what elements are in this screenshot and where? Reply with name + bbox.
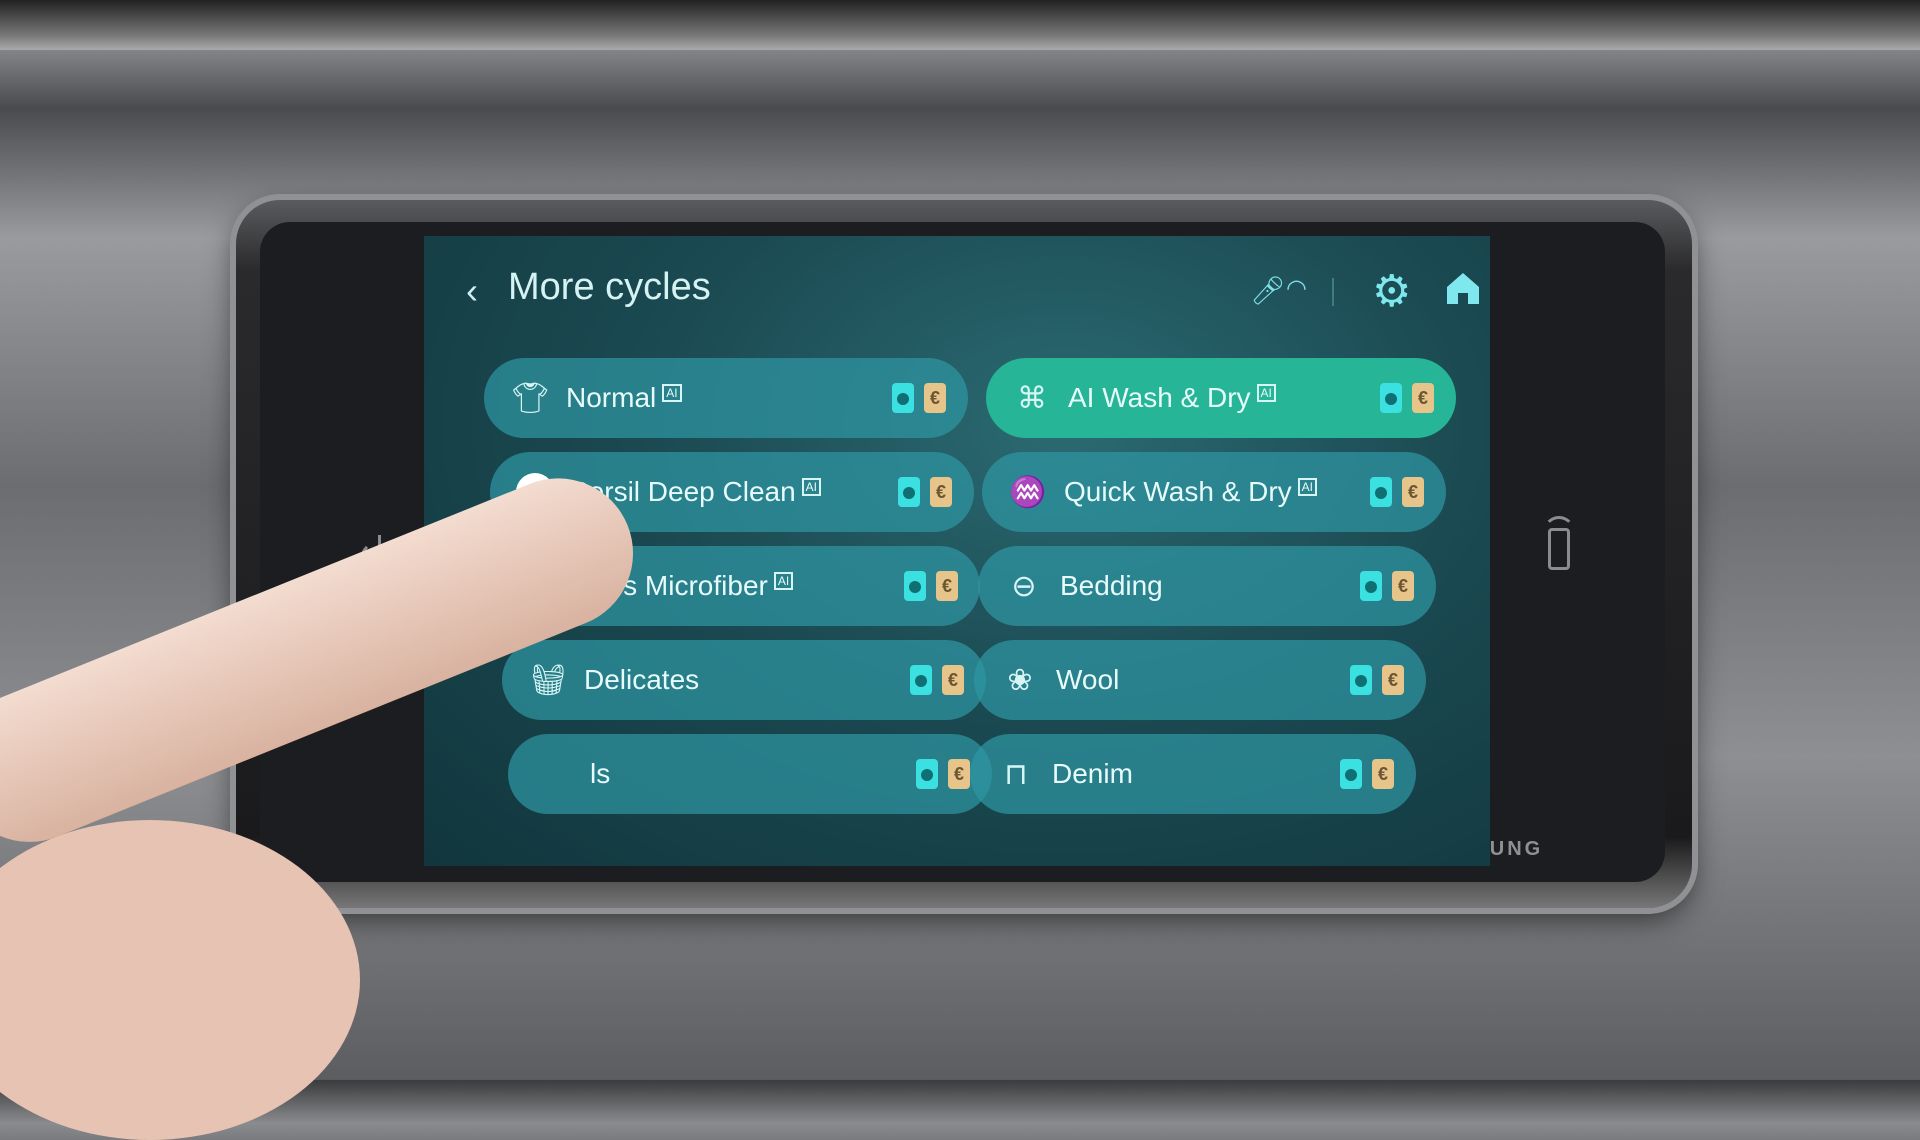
energy-badge-icon: € <box>936 571 958 601</box>
ai-badge-icon: AI <box>801 477 822 496</box>
washer-icon <box>1350 665 1372 695</box>
basin-icon: 🧺︎ <box>528 663 568 697</box>
cycle-label: Delicates <box>584 664 700 695</box>
ai-brain-icon: ⌘ <box>1017 381 1047 415</box>
energy-badge-icon: € <box>942 665 964 695</box>
washer-icon <box>1380 383 1402 413</box>
cycle-label: ls <box>590 758 611 789</box>
gear-icon[interactable]: ⚙ <box>1372 266 1411 317</box>
nfc-phone-icon <box>1548 528 1570 570</box>
cycle-label: Normal AI <box>566 382 882 414</box>
bedding-icon: ⊖ <box>1011 569 1037 603</box>
cycle-ls[interactable]: ls € <box>508 734 992 814</box>
cycle-label: Wool <box>1056 664 1120 695</box>
cycle-normal[interactable]: 👕︎ Normal AI € <box>484 358 968 438</box>
wifi-icon: ◠ <box>1286 275 1307 302</box>
shirt-icon: 👕︎ <box>510 381 550 415</box>
cycle-quick-wash-dry[interactable]: ♒ Quick Wash & Dry AI € <box>982 452 1446 532</box>
ai-badge-icon: AI <box>1256 383 1276 402</box>
divider <box>1332 278 1334 306</box>
sheep-icon: ❀ <box>1007 663 1033 697</box>
page-title: More cycles <box>508 266 711 308</box>
cycle-wool[interactable]: ❀ Wool € <box>974 640 1426 720</box>
ai-badge-icon: AI <box>662 383 682 402</box>
cycle-delicates[interactable]: 🧺︎ Delicates € <box>502 640 986 720</box>
ai-badge-icon: AI <box>1297 477 1318 496</box>
home-icon[interactable] <box>1444 270 1482 306</box>
energy-badge-icon: € <box>1372 759 1394 789</box>
cycle-label: Denim <box>1052 758 1133 789</box>
cycle-label: Persil Deep Clean AI <box>570 476 888 508</box>
cycle-label: Quick Wash & Dry AI <box>1064 476 1360 508</box>
cycle-label: Bedding <box>1060 570 1163 601</box>
energy-badge-icon: € <box>948 759 970 789</box>
energy-badge-icon: € <box>1382 665 1404 695</box>
washer-icon <box>1340 759 1362 789</box>
washer-icon <box>892 383 914 413</box>
energy-badge-icon: € <box>1402 477 1424 507</box>
cycle-denim[interactable]: ⊓ Denim € <box>970 734 1416 814</box>
washer-icon <box>1360 571 1382 601</box>
washer-icon <box>916 759 938 789</box>
quick-wash-icon: ♒ <box>1009 475 1047 509</box>
washer-icon <box>910 665 932 695</box>
appliance-top <box>0 0 1920 50</box>
cycle-ai-wash-dry[interactable]: ⌘ AI Wash & Dry AI € <box>986 358 1456 438</box>
jeans-icon: ⊓ <box>1004 757 1028 791</box>
energy-badge-icon: € <box>930 477 952 507</box>
ai-badge-icon: AI <box>773 571 794 590</box>
cycle-bedding[interactable]: ⊖ Bedding € <box>978 546 1436 626</box>
chevron-left-icon[interactable]: ‹ <box>466 270 478 312</box>
washer-icon <box>898 477 920 507</box>
energy-badge-icon: € <box>924 383 946 413</box>
energy-badge-icon: € <box>1392 571 1414 601</box>
energy-badge-icon: € <box>1412 383 1434 413</box>
cycle-label: AI Wash & Dry AI <box>1068 382 1370 414</box>
microphone-icon[interactable]: 🎤︎ <box>1250 274 1286 307</box>
washer-icon <box>904 571 926 601</box>
washer-icon <box>1370 477 1392 507</box>
